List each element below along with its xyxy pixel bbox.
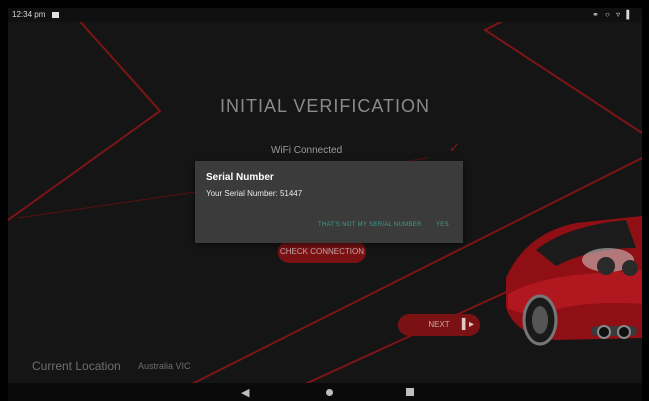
home-icon[interactable] — [326, 389, 333, 396]
yes-button[interactable]: YES — [436, 222, 449, 228]
notification-icon — [52, 12, 59, 18]
serial-number-dialog: Serial Number Your Serial Number: 51447 … — [195, 161, 463, 243]
back-icon[interactable]: ◀ — [241, 386, 249, 399]
current-location-value: Australia VIC — [138, 361, 191, 371]
wifi-status-label: WiFi Connected — [271, 145, 343, 156]
next-arrow-icon: ▌▸ — [461, 319, 474, 330]
navigation-bar: ◀ — [8, 383, 642, 401]
dialog-message: Your Serial Number: 51447 — [206, 189, 303, 198]
current-location-label: Current Location — [32, 359, 121, 373]
sports-car-image — [506, 216, 642, 346]
page-title: INITIAL VERIFICATION — [219, 96, 431, 116]
check-icon: ✓ — [449, 140, 460, 155]
clock: 12:34 pm — [12, 10, 46, 19]
system-status-icons: ⚭ ○ ▿ ▌ — [592, 10, 634, 19]
status-bar: 12:34 pm ⚭ ○ ▿ ▌ — [8, 8, 642, 22]
next-button-label: NEXT — [428, 320, 450, 329]
not-my-serial-button[interactable]: THAT'S NOT MY SERIAL NUMBER — [318, 222, 422, 228]
next-button[interactable]: NEXT ▌▸ — [398, 314, 480, 336]
check-connection-button[interactable]: CHECK CONNECTION — [278, 241, 366, 263]
app-screen: 12:34 pm ⚭ ○ ▿ ▌ INITIAL VERIFICATION Wi… — [8, 8, 642, 401]
dialog-title: Serial Number — [206, 172, 274, 183]
recent-apps-icon[interactable] — [406, 388, 414, 396]
